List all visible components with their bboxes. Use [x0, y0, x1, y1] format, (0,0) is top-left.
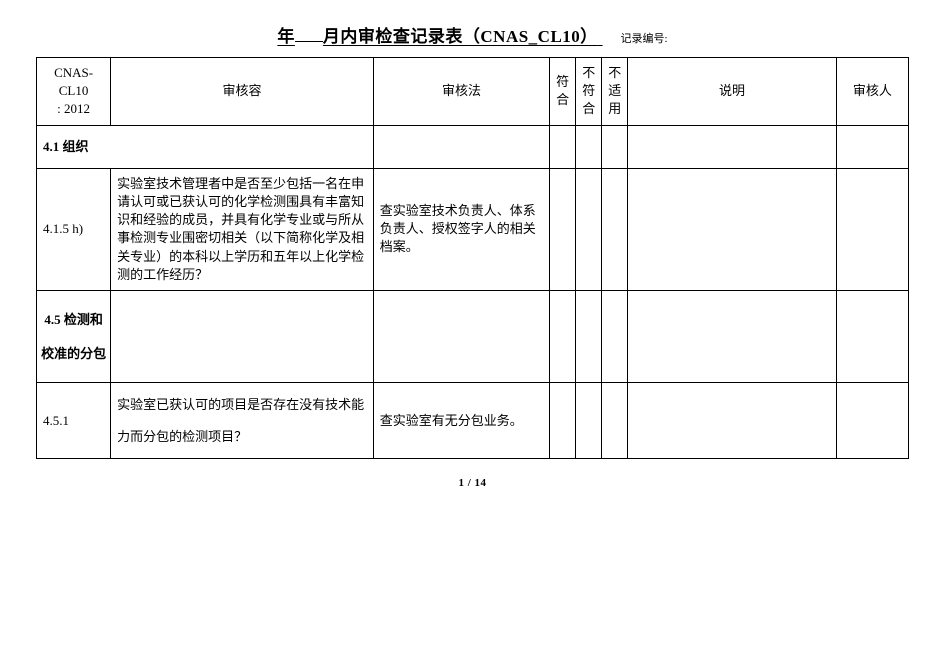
- conform-cell: [550, 168, 576, 290]
- clause-cell: 4.5.1: [37, 383, 111, 458]
- method-cell: 查实验室有无分包业务。: [373, 383, 549, 458]
- header-standard: CNAS-CL10 : 2012: [37, 58, 111, 126]
- note-cell: [628, 383, 836, 458]
- title-row: 年 月内审检查记录表（CNAS_CL10） 记录编号:: [36, 22, 909, 47]
- empty-cell: [602, 125, 628, 168]
- header-standard-line1: CNAS-CL10: [43, 64, 104, 100]
- content-cell: 实验室技术管理者中是否至少包括一名在申请认可或已获认可的化学检测围具有丰富知识和…: [111, 168, 374, 290]
- empty-cell: [628, 125, 836, 168]
- na-cell: [602, 383, 628, 458]
- empty-cell: [836, 125, 908, 168]
- table-row: 4.5.1 实验室已获认可的项目是否存在没有技术能力而分包的检测项目？ 查实验室…: [37, 383, 909, 458]
- empty-cell: [628, 290, 836, 383]
- header-na: 不适用: [602, 58, 628, 126]
- empty-cell: [550, 290, 576, 383]
- nonconform-cell: [576, 383, 602, 458]
- header-content: 审核容: [111, 58, 374, 126]
- section-label: 4.1 组织: [37, 125, 374, 168]
- header-conform: 符合: [550, 58, 576, 126]
- table-header-row: CNAS-CL10 : 2012 审核容 审核法 符合 不符合 不适用 说明 审…: [37, 58, 909, 126]
- title-suffix: 月内审检查记录表（CNAS_CL10）: [323, 27, 598, 46]
- empty-cell: [576, 290, 602, 383]
- note-cell: [628, 168, 836, 290]
- content-cell: 实验室已获认可的项目是否存在没有技术能力而分包的检测项目？: [111, 383, 374, 458]
- empty-cell: [550, 125, 576, 168]
- record-number-label: 记录编号:: [621, 33, 668, 45]
- section-label: 4.5 检测和校准的分包: [37, 290, 111, 383]
- method-cell: 查实验室技术负责人、体系负责人、授权签字人的相关档案。: [373, 168, 549, 290]
- auditor-cell: [836, 383, 908, 458]
- na-cell: [602, 168, 628, 290]
- header-standard-line2: : 2012: [43, 100, 104, 118]
- nonconform-cell: [576, 168, 602, 290]
- auditor-cell: [836, 168, 908, 290]
- page-title: 年 月内审检查记录表（CNAS_CL10）: [277, 27, 602, 46]
- empty-cell: [576, 125, 602, 168]
- clause-cell: 4.1.5 h): [37, 168, 111, 290]
- audit-table: CNAS-CL10 : 2012 审核容 审核法 符合 不符合 不适用 说明 审…: [36, 57, 909, 459]
- title-blank: [295, 41, 323, 42]
- section-row-4-1: 4.1 组织: [37, 125, 909, 168]
- header-nonconform: 不符合: [576, 58, 602, 126]
- empty-cell: [373, 125, 549, 168]
- header-note: 说明: [628, 58, 836, 126]
- page-footer: 1 / 14: [36, 477, 909, 489]
- header-auditor: 审核人: [836, 58, 908, 126]
- empty-cell: [836, 290, 908, 383]
- empty-cell: [602, 290, 628, 383]
- section-row-4-5: 4.5 检测和校准的分包: [37, 290, 909, 383]
- conform-cell: [550, 383, 576, 458]
- header-method: 审核法: [373, 58, 549, 126]
- empty-cell: [373, 290, 549, 383]
- table-row: 4.1.5 h) 实验室技术管理者中是否至少包括一名在申请认可或已获认可的化学检…: [37, 168, 909, 290]
- title-prefix: 年: [277, 27, 295, 46]
- empty-cell: [111, 290, 374, 383]
